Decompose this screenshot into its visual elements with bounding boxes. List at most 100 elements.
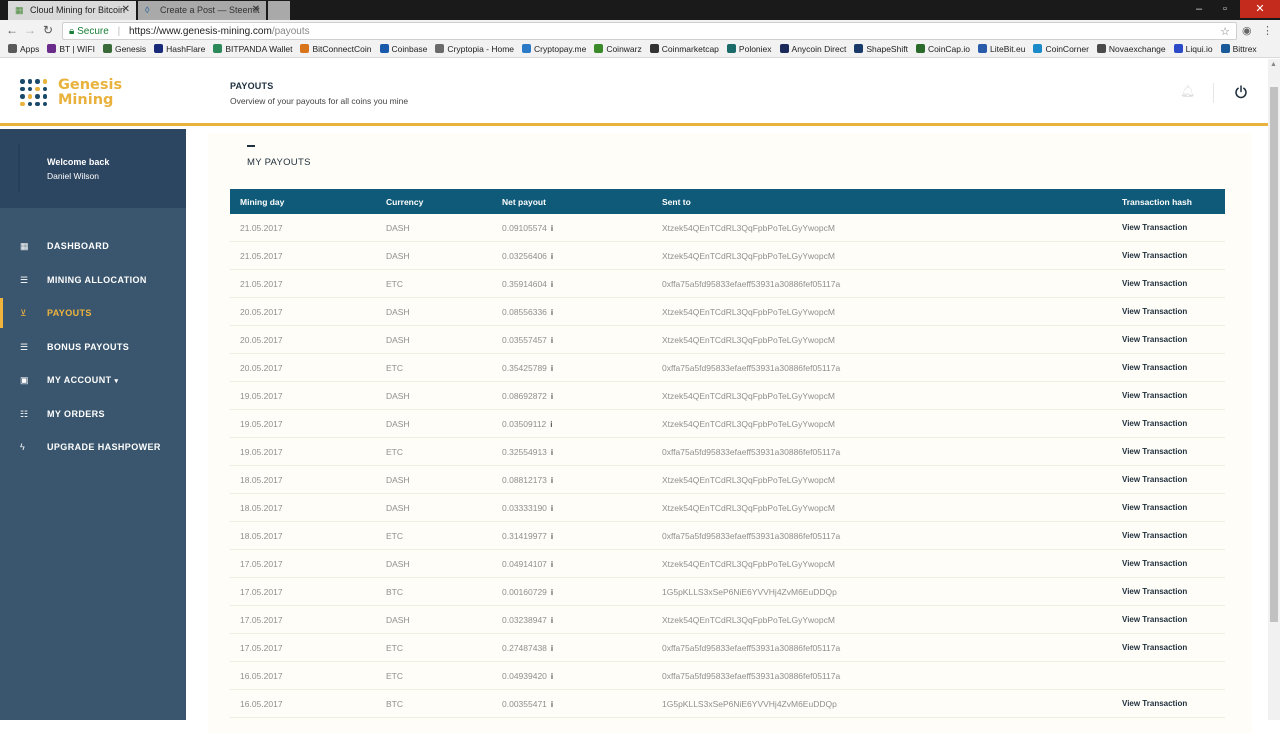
info-icon[interactable]: i xyxy=(550,420,552,429)
view-transaction-link[interactable]: View Transaction xyxy=(1122,699,1187,708)
column-header-sent-to[interactable]: Sent to xyxy=(662,197,691,207)
sidebar-item-my-account[interactable]: ▣ MY ACCOUNT ▾ xyxy=(0,365,186,395)
extension-icon[interactable]: ◉ xyxy=(1242,24,1252,37)
view-transaction-link[interactable]: View Transaction xyxy=(1122,223,1187,232)
bookmark-item[interactable]: Bittrex xyxy=(1220,42,1257,57)
info-icon[interactable]: i xyxy=(551,560,553,569)
net-payout-value: 0.00160729 xyxy=(502,587,547,597)
bookmark-item[interactable]: BITPANDA Wallet xyxy=(213,42,292,57)
reload-icon[interactable]: ↻ xyxy=(40,23,56,37)
bookmark-item[interactable]: CoinCap.io xyxy=(915,42,970,57)
info-icon[interactable]: i xyxy=(551,532,553,541)
info-icon[interactable]: i xyxy=(551,308,553,317)
info-icon[interactable]: i xyxy=(551,616,553,625)
tab-cloud-mining[interactable]: ▦ Cloud Mining for Bitcoin ✕ xyxy=(8,1,136,20)
view-transaction-link[interactable]: View Transaction xyxy=(1122,279,1187,288)
bookmark-item[interactable]: BT | WIFI xyxy=(47,42,95,57)
bookmark-item[interactable]: Novaexchange xyxy=(1096,42,1166,57)
bookmark-item[interactable]: Coinwarz xyxy=(594,42,642,57)
view-transaction-link[interactable]: View Transaction xyxy=(1122,587,1187,596)
bookmark-item[interactable]: Genesis xyxy=(102,42,146,57)
currency-cell: ETC xyxy=(386,531,403,541)
view-transaction-link[interactable]: View Transaction xyxy=(1122,391,1187,400)
info-icon[interactable]: i xyxy=(551,588,553,597)
url-input[interactable]: 🔒︎ Secure | https://www.genesis-mining.c… xyxy=(62,22,1237,40)
column-header-currency[interactable]: Currency xyxy=(386,197,423,207)
bookmark-item[interactable]: Cryptopia - Home xyxy=(435,42,514,57)
bookmark-label: HashFlare xyxy=(166,44,206,54)
info-icon[interactable]: i xyxy=(551,392,553,401)
page-scrollbar[interactable]: ▲ xyxy=(1268,59,1280,720)
bookmark-item[interactable]: CoinCorner xyxy=(1033,42,1089,57)
bookmark-item[interactable]: BitConnectCoin xyxy=(300,42,372,57)
info-icon[interactable]: i xyxy=(551,224,553,233)
table-row: 16.05.2017 BTC 0.00355471 i 1G5pKLLS3xSeP6Ni… xyxy=(230,690,1225,718)
column-header-net-payout[interactable]: Net payout xyxy=(502,197,546,207)
close-tab-icon[interactable]: ✕ xyxy=(252,4,260,15)
info-icon[interactable]: i xyxy=(551,672,553,681)
view-transaction-link[interactable]: View Transaction xyxy=(1122,475,1187,484)
close-tab-icon[interactable]: ✕ xyxy=(122,4,130,15)
view-transaction-link[interactable]: View Transaction xyxy=(1122,559,1187,568)
info-icon[interactable]: i xyxy=(551,336,553,345)
info-icon[interactable]: i xyxy=(551,700,553,709)
sent-to-address-cell: 0xffa75a5fd95833efaeff53931a30886fef0511… xyxy=(662,447,841,457)
sidebar-item-payouts[interactable]: ⊻ PAYOUTS xyxy=(0,298,186,328)
scroll-thumb[interactable] xyxy=(1270,87,1278,622)
sidebar-item-upgrade-hashpower[interactable]: ϟ UPGRADE HASHPOWER xyxy=(0,432,186,462)
info-icon[interactable]: i xyxy=(551,448,553,457)
sidebar-item-label: PAYOUTS xyxy=(47,308,92,318)
view-transaction-link[interactable]: View Transaction xyxy=(1122,503,1187,512)
info-icon[interactable]: i xyxy=(551,364,553,373)
sidebar-item-dashboard[interactable]: ▦ DASHBOARD xyxy=(0,231,186,261)
info-icon[interactable]: i xyxy=(551,476,553,485)
notification-bell-icon[interactable]: 🔔︎ xyxy=(1180,84,1195,98)
logout-power-icon[interactable] xyxy=(1234,85,1248,99)
info-icon[interactable]: i xyxy=(551,504,553,513)
maximize-icon[interactable]: ▫ xyxy=(1212,0,1238,18)
bookmark-item[interactable]: Coinmarketcap xyxy=(649,42,719,57)
view-transaction-link[interactable]: View Transaction xyxy=(1122,419,1187,428)
forward-icon[interactable]: → xyxy=(22,23,38,37)
view-transaction-link[interactable]: View Transaction xyxy=(1122,447,1187,456)
browser-tabbar: ▦ Cloud Mining for Bitcoin ✕ ◊ Create a … xyxy=(0,0,1280,20)
bookmark-item[interactable]: Coinbase xyxy=(379,42,427,57)
net-payout-value: 0.35914604 xyxy=(502,279,547,289)
tab-steemit[interactable]: ◊ Create a Post — Steemit ✕ xyxy=(138,1,266,20)
net-payout-cell: 0.35914604 i xyxy=(502,279,553,289)
sidebar-item-bonus-payouts[interactable]: ☰ BONUS PAYOUTS xyxy=(0,332,186,362)
column-header-transaction-hash[interactable]: Transaction hash xyxy=(1122,197,1192,207)
bookmark-item[interactable]: Poloniex xyxy=(726,42,772,57)
bookmark-label: LiteBit.eu xyxy=(990,44,1026,54)
bookmark-star-icon[interactable]: ☆ xyxy=(1220,25,1230,38)
view-transaction-link[interactable]: View Transaction xyxy=(1122,251,1187,260)
view-transaction-link[interactable]: View Transaction xyxy=(1122,643,1187,652)
info-icon[interactable]: i xyxy=(551,644,553,653)
bookmark-item[interactable]: ShapeShift xyxy=(854,42,908,57)
view-transaction-link[interactable]: View Transaction xyxy=(1122,615,1187,624)
bookmark-item[interactable]: Liqui.io xyxy=(1173,42,1213,57)
scroll-up-icon[interactable]: ▲ xyxy=(1270,61,1277,68)
back-icon[interactable]: ← xyxy=(4,23,20,37)
bookmark-item[interactable]: Anycoin Direct xyxy=(779,42,846,57)
logo-dot xyxy=(20,79,25,84)
menu-icon[interactable]: ⋮ xyxy=(1262,24,1273,37)
view-transaction-link[interactable]: View Transaction xyxy=(1122,307,1187,316)
bookmark-item[interactable]: Cryptopay.me xyxy=(522,42,586,57)
bookmark-item[interactable]: Apps xyxy=(8,42,39,57)
view-transaction-link[interactable]: View Transaction xyxy=(1122,363,1187,372)
window-close-icon[interactable]: ✕ xyxy=(1240,0,1280,18)
info-icon[interactable]: i xyxy=(551,252,553,261)
column-header-mining-day[interactable]: Mining day xyxy=(240,197,284,207)
info-icon[interactable]: i xyxy=(551,280,553,289)
net-payout-cell: 0.00160729 i xyxy=(502,587,553,597)
minimize-icon[interactable]: – xyxy=(1186,0,1212,18)
sidebar-item-my-orders[interactable]: ☷ MY ORDERS xyxy=(0,399,186,429)
sidebar-item-mining-allocation[interactable]: ☰ MINING ALLOCATION xyxy=(0,265,186,295)
sent-to-address-cell: Xtzek54QEnTCdRL3QqFpbPoTeLGyYwopcM xyxy=(662,615,835,625)
view-transaction-link[interactable]: View Transaction xyxy=(1122,531,1187,540)
view-transaction-link[interactable]: View Transaction xyxy=(1122,335,1187,344)
new-tab-button[interactable] xyxy=(268,1,290,20)
bookmark-item[interactable]: LiteBit.eu xyxy=(978,42,1025,57)
bookmark-item[interactable]: HashFlare xyxy=(154,42,205,57)
